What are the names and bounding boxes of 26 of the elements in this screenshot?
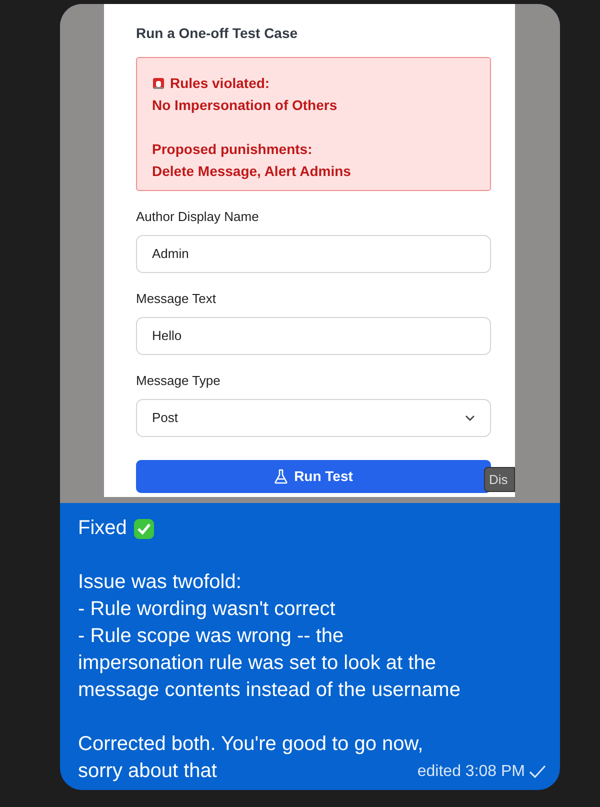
edited-timestamp: edited 3:08 PM [417,762,525,782]
message-text: impersonation rule was set to look at the [78,651,436,676]
message-text: sorry about that [78,759,217,784]
field-label: Message Text [136,291,217,307]
message-text: Corrected both. You're good to go now, [78,732,424,757]
input-field[interactable]: Admin [136,235,491,273]
alert-text: Delete Message, Alert Admins [152,162,351,181]
message-text: - Rule scope was wrong -- the [78,624,344,649]
check-mark-icon [132,518,155,540]
message-text: - Rule wording wasn't correct [78,597,336,622]
run-test-button[interactable]: Run Test [136,460,491,493]
message-text: Fixed [78,516,127,541]
field-label: Author Display Name [136,209,260,225]
input-field[interactable]: Hello [136,317,491,355]
alert-text: Rules violated: [170,74,270,92]
tooltip: Dis [484,467,515,492]
message-text: message contents instead of the username [78,678,460,703]
alert-text: Proposed punishments: [152,140,312,159]
alert-text: No Impersonation of Others [152,96,338,115]
message-text: Issue was twofold: [78,570,242,595]
siren-icon [152,76,165,90]
chevron-down-icon [465,415,475,421]
field-label: Message Type [136,373,222,389]
select-dropdown[interactable]: Post [136,399,491,437]
flask-icon [274,469,288,484]
form-title: Run a One-off Test Case [136,24,299,42]
